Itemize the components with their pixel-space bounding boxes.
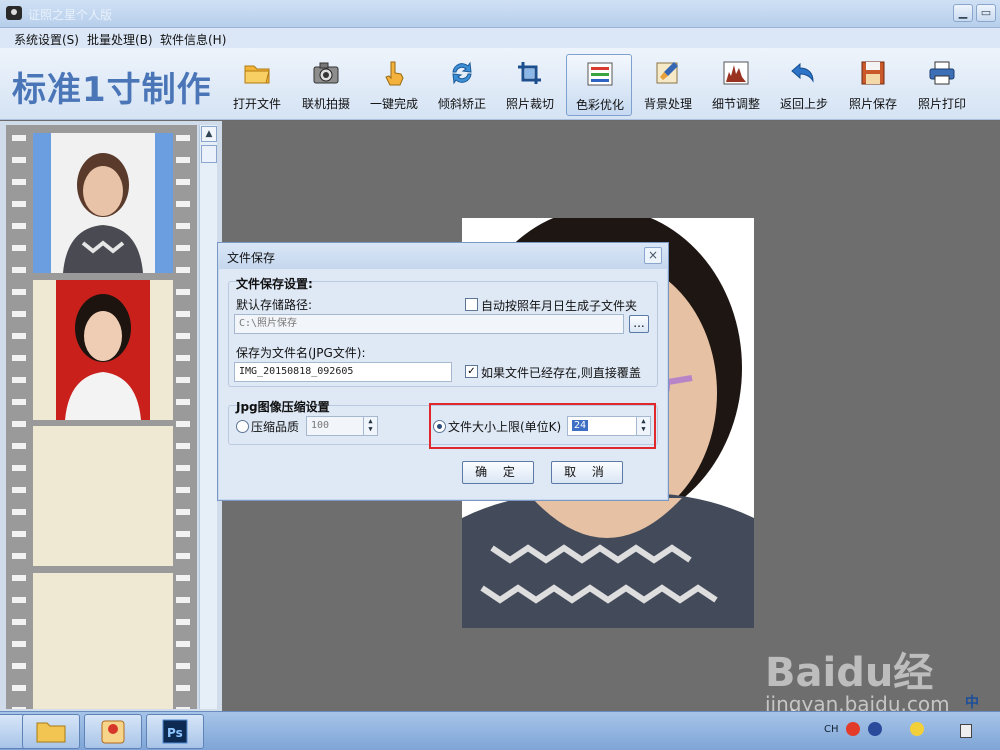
open-file-button[interactable]: 打开文件 <box>224 54 290 116</box>
thumbnail-1[interactable] <box>33 133 173 273</box>
film-holes-right <box>176 125 190 709</box>
thumbnail-3-empty[interactable] <box>33 426 173 566</box>
toolbar: 标准1寸制作 打开文件 联机拍摄 一键完成 倾斜矫正 照片裁切 色彩优化 背景处… <box>0 48 1000 120</box>
photo-save-button[interactable]: 照片保存 <box>840 54 906 116</box>
auto-subfolder-label: 自动按照年月日生成子文件夹 <box>481 299 638 313</box>
filename-label: 保存为文件名(JPG文件): <box>236 346 366 360</box>
dialog-title-bar: 文件保存 × <box>218 243 668 269</box>
title-bar: 证照之星个人版 ▁ ▭ <box>0 0 1000 28</box>
menu-software-info[interactable]: 软件信息(H) <box>160 31 226 48</box>
color-bars-icon <box>587 62 613 86</box>
thumbnail-4-empty[interactable] <box>33 573 173 709</box>
quality-radio[interactable] <box>236 420 249 433</box>
photo-crop-button[interactable]: 照片裁切 <box>497 54 563 116</box>
task-photoshop[interactable]: Ps <box>146 714 204 749</box>
browse-button[interactable]: ... <box>629 315 649 333</box>
task-paint[interactable] <box>84 714 142 749</box>
file-save-dialog: 文件保存 × 文件保存设置: 默认存储路径: 自动按照年月日生成子文件夹 C:\… <box>217 242 669 501</box>
task-explorer[interactable] <box>22 714 80 749</box>
undo-icon <box>791 62 814 83</box>
crop-icon <box>518 62 541 84</box>
help-icon[interactable] <box>868 722 882 736</box>
default-path-label: 默认存储路径: <box>236 298 313 312</box>
dialog-title: 文件保存 <box>227 251 276 265</box>
window-title: 证照之星个人版 <box>28 8 113 22</box>
clipboard-icon[interactable] <box>960 724 972 738</box>
camera-icon <box>313 62 339 84</box>
paint-icon <box>101 720 125 744</box>
ok-button[interactable]: 确 定 <box>462 461 534 484</box>
menu-bar: 系统设置(S) 批量处理(B) 软件信息(H) <box>0 28 1000 48</box>
annotation-highlight-box <box>429 403 656 449</box>
photo-print-button[interactable]: 照片打印 <box>909 54 975 116</box>
sogou-icon[interactable] <box>846 722 860 736</box>
background-process-button[interactable]: 背景处理 <box>635 54 701 116</box>
hand-pointer-icon <box>385 61 404 86</box>
save-settings-header: 文件保存设置: <box>236 277 313 291</box>
menu-system-settings[interactable]: 系统设置(S) <box>14 31 79 48</box>
rotate-icon <box>452 61 472 85</box>
photoshop-icon: Ps <box>162 719 188 744</box>
add-icon[interactable] <box>910 722 924 736</box>
minimize-button[interactable]: ▁ <box>953 4 973 22</box>
tilt-correct-button[interactable]: 倾斜矫正 <box>429 54 495 116</box>
film-strip <box>6 125 197 709</box>
brush-icon <box>656 62 678 84</box>
histogram-icon <box>723 61 749 85</box>
menu-batch[interactable]: 批量处理(B) <box>87 31 153 48</box>
thumbnail-2[interactable] <box>33 280 173 420</box>
folder-icon <box>244 65 270 84</box>
film-holes-left <box>12 125 26 709</box>
portrait-photo-1 <box>33 133 173 273</box>
thumbnail-scrollbar[interactable]: ▲ <box>199 125 217 709</box>
auto-subfolder-checkbox[interactable] <box>465 298 478 311</box>
color-optimize-button[interactable]: 色彩优化 <box>566 54 632 116</box>
taskbar: Ps CH 中 <box>0 695 1000 750</box>
scroll-up-icon[interactable]: ▲ <box>201 126 217 142</box>
jpg-compress-header: Jpg图像压缩设置 <box>236 400 330 414</box>
close-icon[interactable]: × <box>644 247 662 264</box>
app-camera-icon <box>6 6 22 20</box>
one-click-button[interactable]: 一键完成 <box>361 54 427 116</box>
filename-input[interactable]: IMG_20150818_092605 <box>234 362 452 382</box>
quality-input[interactable]: 100 ▲ ▼ <box>306 416 378 436</box>
tray-lang[interactable]: CH <box>824 724 839 735</box>
folder-icon <box>36 722 66 743</box>
maximize-button[interactable]: ▭ <box>976 4 996 22</box>
portrait-photo-2 <box>33 280 173 420</box>
scroll-thumb[interactable] <box>201 145 217 163</box>
quality-label: 压缩品质 <box>251 420 300 434</box>
camera-capture-button[interactable]: 联机拍摄 <box>293 54 359 116</box>
overwrite-label: 如果文件已经存在,则直接覆盖 <box>481 366 641 380</box>
save-path-input[interactable]: C:\照片保存 <box>234 314 624 334</box>
quality-spinner-icon[interactable]: ▲ ▼ <box>363 417 377 435</box>
undo-button[interactable]: 返回上步 <box>771 54 837 116</box>
thumbnail-panel: ▲ <box>0 121 222 711</box>
mode-logo: 标准1寸制作 <box>12 70 212 110</box>
detail-adjust-button[interactable]: 细节调整 <box>703 54 769 116</box>
tray-ime[interactable]: 中 <box>965 692 979 712</box>
svg-text:Ps: Ps <box>167 726 183 740</box>
cancel-button[interactable]: 取 消 <box>551 461 623 484</box>
printer-icon <box>929 61 955 85</box>
overwrite-checkbox[interactable]: ✓ <box>465 365 478 378</box>
floppy-save-icon <box>861 61 885 85</box>
